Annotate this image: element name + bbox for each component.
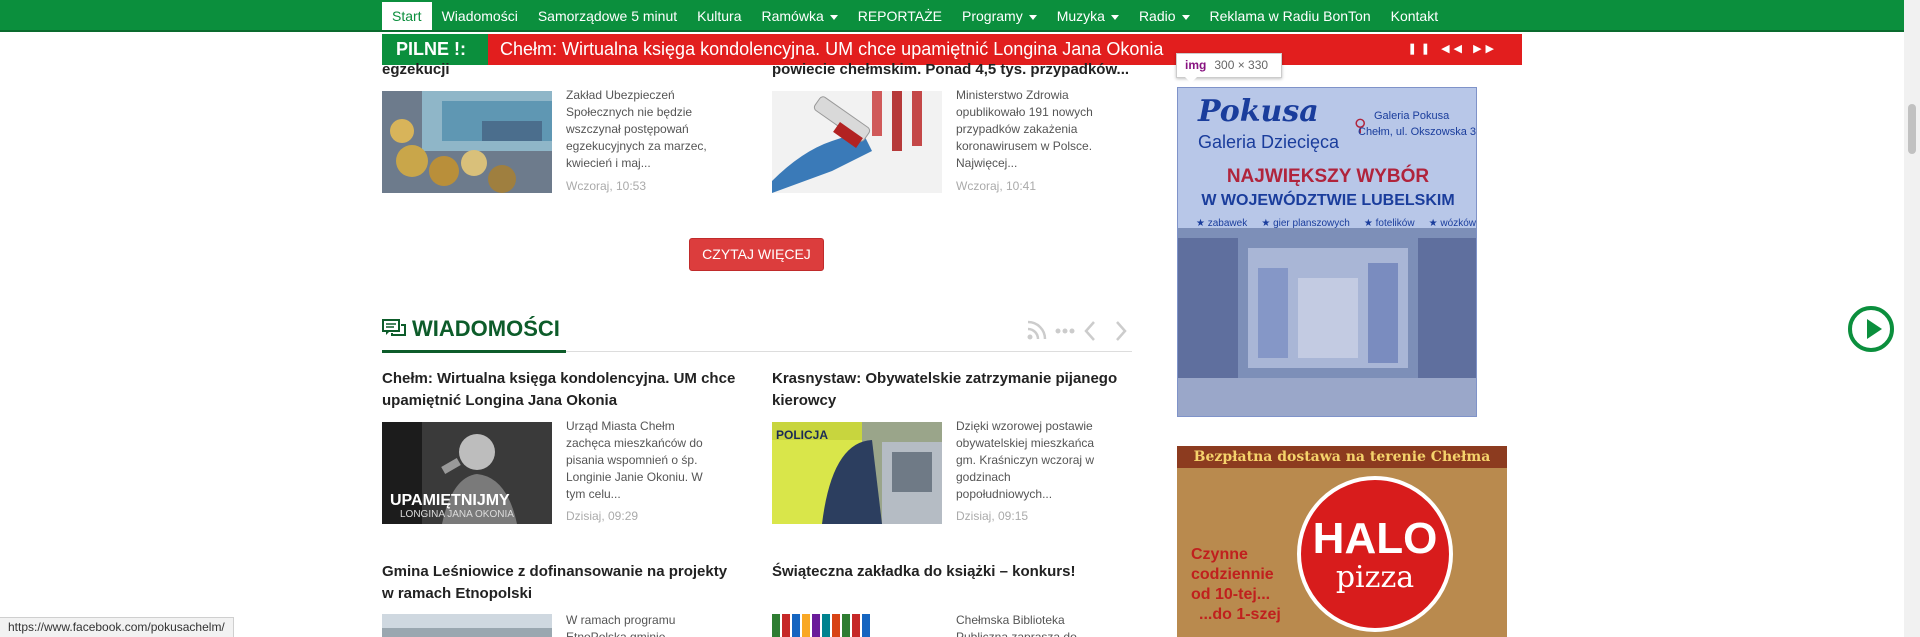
ad-feature: ★ zabawek xyxy=(1196,218,1248,229)
ad-address: Galeria Pokusa xyxy=(1374,110,1450,122)
section-title: WIADOMOŚCI xyxy=(412,316,560,341)
section-controls xyxy=(1027,320,1127,341)
nav-item-label: Kultura xyxy=(697,8,742,24)
news-excerpt: W ramach programu EtnoPolska gminie... xyxy=(566,613,676,637)
caret-down-icon xyxy=(1028,14,1037,20)
nav-item-label: Samorządowe 5 minut xyxy=(537,8,678,24)
ad-hours: codziennie xyxy=(1191,566,1274,583)
ad-headline: NAJWIĘKSZY WYBÓR xyxy=(1226,166,1430,187)
nav-item-label: Radio xyxy=(1138,8,1176,24)
pause-icon[interactable]: ❚❚ xyxy=(1408,43,1434,55)
ad-features: ★ zabawek ★ gier planszowych ★ fotelików… xyxy=(1196,218,1476,229)
news-thumbnail-okon[interactable]: UPAMIĘTNIJMY LONGINA JANA OKONIA xyxy=(382,422,552,524)
nav-list: Start Wiadomości Samorządowe 5 minut Kultur… xyxy=(382,0,1448,32)
nav-item-label: Ramówka xyxy=(761,8,824,24)
article-time: Wczoraj, 10:41 xyxy=(956,179,1037,193)
news-title[interactable]: Świąteczna zakładka do książki – konkurs… xyxy=(772,561,1132,583)
radio-play-button[interactable] xyxy=(1848,306,1894,352)
nav-item-samorządowe-5-minut[interactable]: Samorządowe 5 minut xyxy=(528,0,687,32)
previous-icon[interactable]: ◀◀ xyxy=(1441,43,1466,55)
ticker-controls: ❚❚ ◀◀ ▶▶ xyxy=(1408,34,1498,65)
next-icon[interactable]: ▶▶ xyxy=(1473,43,1498,55)
ad-halo-pizza[interactable]: Bezpłatna dostawa na terenie Chełma HALO… xyxy=(1177,446,1507,637)
news-excerpt: Urząd Miasta Chełm zachęca mieszkańców d… xyxy=(566,419,703,501)
nav-item-wiadomości[interactable]: Wiadomości xyxy=(432,0,528,32)
news-time: Dzisiaj, 09:15 xyxy=(956,509,1029,523)
caret-down-icon xyxy=(1110,14,1119,20)
nav-item-muzyka[interactable]: Muzyka xyxy=(1047,0,1129,32)
nav-item-label: Kontakt xyxy=(1390,8,1439,24)
news-thumbnail-lesniowice[interactable] xyxy=(382,614,552,637)
thumb-caption: UPAMIĘTNIJMY xyxy=(390,492,510,509)
scrollbar[interactable] xyxy=(1904,0,1920,637)
ad-hours: Czynne xyxy=(1191,546,1248,563)
news-title[interactable]: Chełm: Wirtualna księga kondolencyjna. U… xyxy=(382,368,742,412)
nav-item-label: Programy xyxy=(962,8,1023,24)
nav-item-reportaże[interactable]: REPORTAŻE xyxy=(848,0,952,32)
ad-brand: Pokusa xyxy=(1198,94,1319,129)
article-excerpt: Zakład Ubezpieczeń Społecznych nie będzi… xyxy=(566,88,707,170)
scrollbar-thumb[interactable] xyxy=(1908,104,1916,154)
caret-down-icon xyxy=(829,14,838,20)
news-thumbnail-police[interactable]: POLICJA xyxy=(772,422,942,524)
ad-feature: ★ fotelików xyxy=(1363,218,1415,229)
article-thumbnail-coronavirus-test[interactable] xyxy=(772,91,942,193)
news-time: Dzisiaj, 09:29 xyxy=(566,509,639,523)
nav-item-label: Start xyxy=(392,8,422,24)
more-icon[interactable] xyxy=(1055,328,1075,334)
top-navigation: Start Wiadomości Samorządowe 5 minut Kultur… xyxy=(0,0,1904,32)
article-excerpt: Ministerstwo Zdrowia opublikowało 191 no… xyxy=(956,88,1093,170)
news-title[interactable]: Gmina Leśniowice z dofinansowanie na pro… xyxy=(382,561,742,605)
thumb-caption: LONGINA JANA OKONIA xyxy=(400,509,514,520)
nav-item-start[interactable]: Start xyxy=(382,2,432,30)
nav-item-kultura[interactable]: Kultura xyxy=(687,0,751,32)
news-excerpt: Dzięki wzorowej postawie obywatelskiej m… xyxy=(956,419,1095,501)
news-excerpt: Chełmska Biblioteka Publiczna zaprasza d… xyxy=(956,613,1087,637)
caret-down-icon xyxy=(1181,14,1190,20)
chevron-right-icon[interactable] xyxy=(1116,321,1127,341)
section-underline xyxy=(382,350,566,353)
tooltip-tag: img xyxy=(1185,58,1207,72)
article-time: Wczoraj, 10:53 xyxy=(566,179,647,193)
chat-bubbles-icon xyxy=(382,319,406,336)
ad-feature: ★ wózków xyxy=(1428,218,1476,229)
ad-banner: Bezpłatna dostawa na terenie Chełma xyxy=(1177,446,1507,468)
nav-item-label: Reklama w Radiu BonTon xyxy=(1209,8,1371,24)
read-more-button[interactable]: CZYTAJ WIĘCEJ xyxy=(689,238,824,271)
nav-item-label: Wiadomości xyxy=(441,8,518,24)
chevron-left-icon[interactable] xyxy=(1084,321,1095,341)
ad-feature: ★ gier planszowych xyxy=(1261,218,1350,229)
nav-item-radio[interactable]: Radio xyxy=(1129,0,1200,32)
page: Start Wiadomości Samorządowe 5 minut Kultur… xyxy=(0,0,1920,637)
nav-item-label: REPORTAŻE xyxy=(857,8,943,24)
ad-address: Chełm, ul. Okszowska 39 xyxy=(1358,126,1477,138)
status-bar-url: https://www.facebook.com/pokusachelm/ xyxy=(0,617,234,637)
ad-brand: HALO xyxy=(1312,514,1438,563)
rss-icon[interactable] xyxy=(1027,320,1047,340)
news-title[interactable]: Krasnystaw: Obywatelskie zatrzymanie pij… xyxy=(772,368,1132,412)
news-thumbnail-bookmark[interactable] xyxy=(772,614,942,637)
devtools-tooltip: img 300 × 330 xyxy=(1176,53,1282,83)
nav-item-ramówka[interactable]: Ramówka xyxy=(751,0,847,32)
nav-item-kontakt[interactable]: Kontakt xyxy=(1381,0,1448,32)
nav-item-programy[interactable]: Programy xyxy=(952,0,1047,32)
article-thumbnail-money[interactable] xyxy=(382,91,552,193)
article-title[interactable]: powiecie chełmskim. Ponad 4,5 tys. przyp… xyxy=(772,59,1132,81)
ad-brand: pizza xyxy=(1335,560,1415,595)
ad-hours: od 10-tej... xyxy=(1191,586,1271,603)
ad-headline: W WOJEWÓDZTWIE LUBELSKIM xyxy=(1201,192,1455,209)
nav-item-reklama-w-radiu-bonton[interactable]: Reklama w Radiu BonTon xyxy=(1200,0,1381,32)
ad-subtitle: Galeria Dziecięca xyxy=(1198,132,1340,152)
ad-pokusa[interactable]: Pokusa Galeria Dziecięca ⚲ Galeria Pokus… xyxy=(1177,87,1477,417)
thumb-caption: POLICJA xyxy=(776,428,829,442)
tooltip-size: 300 × 330 xyxy=(1214,58,1269,72)
ad-hours: ...do 1-szej xyxy=(1199,606,1281,623)
article-title[interactable]: egzekucji xyxy=(382,59,742,81)
nav-item-label: Muzyka xyxy=(1056,8,1105,24)
